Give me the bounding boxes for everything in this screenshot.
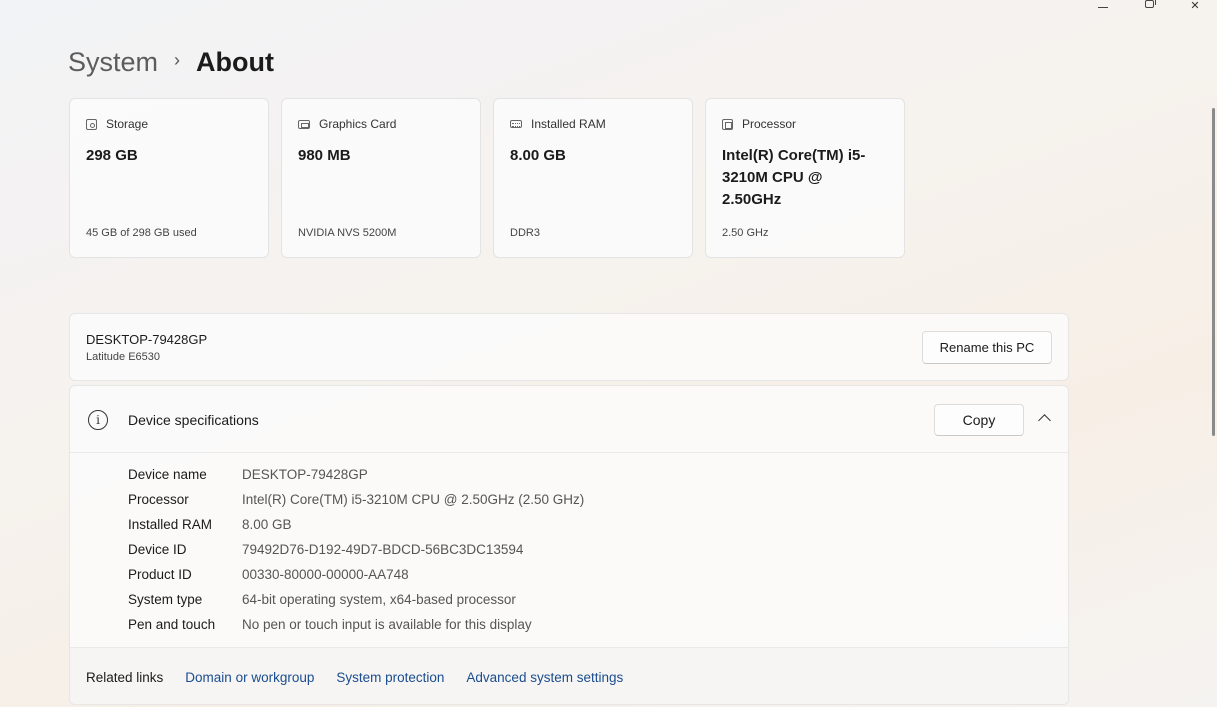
card-value: 980 MB [298, 147, 351, 164]
pc-name: DESKTOP-79428GP [86, 332, 208, 347]
spec-label: Processor [128, 492, 189, 507]
spec-label: Installed RAM [128, 517, 213, 532]
vertical-scrollbar[interactable] [1212, 108, 1215, 436]
spec-value: 8.00 GB [242, 517, 292, 532]
spec-label: System type [128, 592, 203, 607]
card-value: 8.00 GB [510, 147, 566, 164]
page-title: About [196, 46, 274, 77]
card-subtext: DDR3 [510, 227, 540, 239]
chevron-right-icon: › [174, 49, 181, 70]
card-title: Storage [106, 117, 149, 131]
close-button[interactable]: ✕ [1172, 0, 1217, 12]
breadcrumb-system[interactable]: System [68, 47, 158, 78]
system-protection-link[interactable]: System protection [336, 670, 444, 685]
card-title: Processor [742, 117, 797, 131]
spec-label: Pen and touch [128, 617, 216, 632]
spec-row: Device name DESKTOP-79428GP [128, 462, 584, 487]
related-links-title: Related links [86, 669, 164, 685]
related-links-bar: Related links Domain or workgroup System… [70, 647, 1068, 704]
spec-value: DESKTOP-79428GP [242, 467, 368, 482]
minimize-icon [1098, 6, 1108, 8]
spec-label: Device ID [128, 542, 187, 557]
spec-value: Intel(R) Core(TM) i5-3210M CPU @ 2.50GHz… [242, 492, 585, 507]
card-subtext: NVIDIA NVS 5200M [298, 227, 397, 239]
card-title: Installed RAM [531, 117, 606, 131]
card-subtext: 45 GB of 298 GB used [86, 227, 197, 239]
ram-icon [510, 120, 522, 128]
processor-icon [722, 118, 733, 130]
card-title: Graphics Card [319, 117, 397, 131]
card-value: 298 GB [86, 147, 138, 164]
restore-icon [1144, 0, 1156, 8]
spec-label: Device name [128, 467, 207, 482]
storage-icon [86, 118, 97, 130]
spec-row: Pen and touch No pen or touch input is a… [128, 612, 584, 637]
spec-row: System type 64-bit operating system, x64… [128, 587, 584, 612]
spec-row: Device ID 79492D76-D192-49D7-BDCD-56BC3D… [128, 537, 584, 562]
installed-ram-card: Installed RAM 8.00 GB DDR3 [493, 98, 693, 258]
pc-name-panel: DESKTOP-79428GP Latitude E6530 Rename th… [69, 313, 1069, 381]
domain-or-workgroup-link[interactable]: Domain or workgroup [185, 670, 314, 685]
spec-value: 00330-80000-00000-AA748 [242, 567, 409, 582]
chevron-up-icon[interactable] [1038, 414, 1051, 427]
spec-value: No pen or touch input is available for t… [242, 617, 532, 632]
copy-button[interactable]: Copy [934, 404, 1024, 436]
close-icon: ✕ [1190, 0, 1200, 12]
pc-model: Latitude E6530 [86, 351, 161, 363]
rename-pc-button[interactable]: Rename this PC [922, 331, 1052, 364]
advanced-system-settings-link[interactable]: Advanced system settings [466, 670, 623, 685]
spec-value: 79492D76-D192-49D7-BDCD-56BC3DC13594 [242, 542, 524, 557]
spec-label: Product ID [128, 567, 192, 582]
spec-row: Product ID 00330-80000-00000-AA748 [128, 562, 584, 587]
breadcrumb: System › About [68, 44, 274, 80]
device-specifications-panel: i Device specifications Copy Device name… [69, 385, 1069, 705]
graphics-card-card: Graphics Card 980 MB NVIDIA NVS 5200M [281, 98, 481, 258]
spec-list: Device name DESKTOP-79428GP Processor In… [128, 462, 584, 637]
section-title: Device specifications [128, 412, 259, 428]
spec-value: 64-bit operating system, x64-based proce… [242, 592, 516, 607]
card-value: Intel(R) Core(TM) i5-3210M CPU @ 2.50GHz [722, 147, 866, 208]
storage-card: Storage 298 GB 45 GB of 298 GB used [69, 98, 269, 258]
device-specifications-header[interactable]: i Device specifications Copy [70, 386, 1068, 453]
info-icon: i [88, 410, 108, 430]
minimize-button[interactable] [1080, 0, 1126, 10]
card-subtext: 2.50 GHz [722, 227, 769, 239]
spec-row: Processor Intel(R) Core(TM) i5-3210M CPU… [128, 487, 584, 512]
processor-card: Processor Intel(R) Core(TM) i5-3210M CPU… [705, 98, 905, 258]
spec-row: Installed RAM 8.00 GB [128, 512, 584, 537]
graphics-card-icon [298, 119, 310, 129]
maximize-button[interactable] [1126, 0, 1172, 10]
